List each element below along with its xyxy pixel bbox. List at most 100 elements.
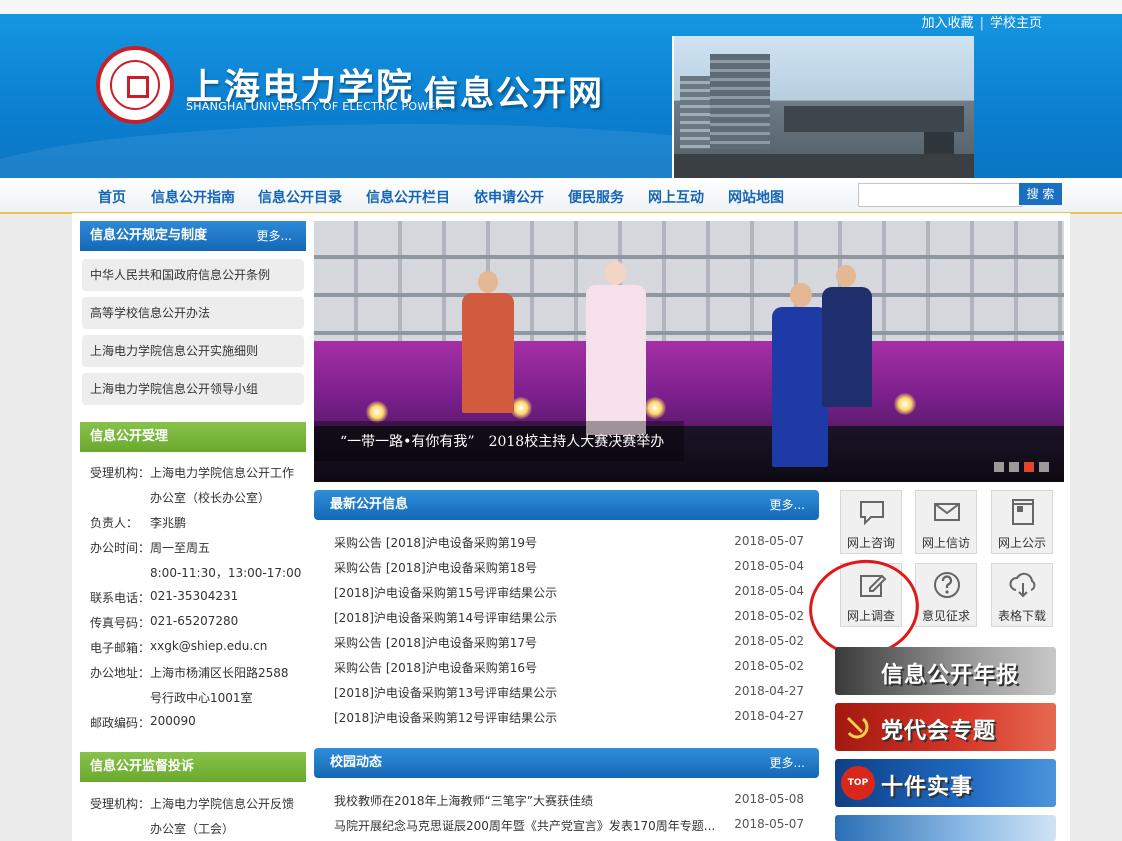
tile-label: 网上公示 (997, 536, 1046, 550)
list-item[interactable]: [2018]沪电设备采购第13号评审结果公示 2018-04-27 (334, 684, 804, 704)
nav-home[interactable]: 首页 (98, 187, 126, 207)
acceptance-header: 信息公开受理 (80, 422, 306, 452)
list-item-title[interactable]: [2018]沪电设备采购第13号评审结果公示 (334, 684, 557, 701)
rule-item[interactable]: 上海电力学院信息公开实施细则 (82, 335, 304, 367)
list-item-date: 2018-05-07 (734, 817, 804, 831)
list-item-title[interactable]: [2018]沪电设备采购第14号评审结果公示 (334, 609, 557, 626)
nav-interaction[interactable]: 网上互动 (648, 187, 704, 207)
list-item[interactable]: 采购公告 [2018]沪电设备采购第18号 2018-05-04 (334, 559, 804, 579)
info-value: 8:00-11:30，13:00-17:00 (150, 566, 302, 580)
campus-more-link[interactable]: 更多... (770, 748, 805, 778)
performer-head (790, 283, 812, 307)
info-value: 号行政中心1001室 (150, 691, 253, 705)
info-label: 传真号码： (90, 616, 151, 630)
list-item-title[interactable]: [2018]沪电设备采购第15号评审结果公示 (334, 584, 557, 601)
info-value: 200090 (150, 714, 196, 728)
info-label: 办公时间： (90, 541, 151, 555)
performer-head (604, 261, 626, 285)
seal-ring (110, 60, 160, 110)
nav-columns[interactable]: 信息公开栏目 (366, 187, 450, 207)
promo-annual-report[interactable]: 信息公开年报 (835, 647, 1056, 695)
nav-guide[interactable]: 信息公开指南 (151, 187, 235, 207)
info-label: 受理机构： (90, 797, 151, 811)
tile-form-download[interactable]: 表格下载 (991, 563, 1053, 627)
rule-item[interactable]: 上海电力学院信息公开领导小组 (82, 373, 304, 405)
promo-congress-topic[interactable]: 党代会专题 (835, 703, 1056, 751)
slide-dot[interactable] (994, 462, 1004, 472)
tile-opinion-solicit[interactable]: 意见征求 (915, 563, 977, 627)
list-item-title[interactable]: 采购公告 [2018]沪电设备采购第17号 (334, 634, 537, 651)
email-link[interactable]: xxgk@shiep.edu.cn (150, 639, 267, 653)
list-item[interactable]: 采购公告 [2018]沪电设备采购第16号 2018-05-02 (334, 659, 804, 679)
list-item-date: 2018-05-08 (734, 792, 804, 806)
list-item[interactable]: 采购公告 [2018]沪电设备采购第19号 2018-05-07 (334, 534, 804, 554)
chat-bubble-icon (860, 501, 884, 526)
hammer-sickle-icon (847, 717, 869, 739)
info-value: 李兆鹏 (150, 516, 187, 530)
tile-online-notice[interactable]: 网上公示 (991, 490, 1053, 554)
news-banner-slideshow[interactable]: “一带一路•有你有我” 2018校主持人大赛决赛举办 (314, 221, 1064, 482)
tile-online-petition[interactable]: 网上信访 (915, 490, 977, 554)
nav-catalog[interactable]: 信息公开目录 (258, 187, 342, 207)
info-label: 受理机构： (90, 466, 151, 480)
school-home-link[interactable]: 学校主页 (990, 16, 1042, 31)
promo-label: 党代会专题 (881, 719, 997, 744)
list-item[interactable]: 马院开展纪念马克思诞辰200周年暨《共产党宣言》发表170周年专题... 2018… (334, 817, 804, 837)
list-item[interactable]: 我校教师在2018年上海教师“三笔字”大赛获佳绩 2018-05-08 (334, 792, 804, 812)
slide-dot[interactable] (1039, 462, 1049, 472)
info-value: 周一至周五 (150, 541, 211, 555)
promo-partial[interactable] (835, 815, 1056, 841)
acceptance-title: 信息公开受理 (90, 429, 169, 444)
rule-item[interactable]: 中华人民共和国政府信息公开条例 (82, 259, 304, 291)
list-item-date: 2018-05-02 (734, 634, 804, 648)
envelope-icon (934, 503, 960, 521)
browser-strip (0, 0, 1122, 15)
slide-dot[interactable] (1009, 462, 1019, 472)
search-input[interactable] (858, 183, 1022, 207)
list-item[interactable]: [2018]沪电设备采购第15号评审结果公示 2018-05-04 (334, 584, 804, 604)
nav-apply[interactable]: 依申请公开 (474, 187, 544, 207)
stage-light (644, 397, 666, 419)
info-label: 联系电话： (90, 591, 151, 605)
school-seal-logo[interactable] (96, 46, 174, 124)
supervision-header: 信息公开监督投诉 (80, 752, 306, 782)
nav-services[interactable]: 便民服务 (568, 187, 624, 207)
campus-ground (674, 154, 974, 178)
info-label: 邮政编码： (90, 716, 151, 730)
campus-gate (784, 106, 964, 132)
nav-sitemap[interactable]: 网站地图 (728, 187, 784, 207)
list-item-title[interactable]: [2018]沪电设备采购第12号评审结果公示 (334, 709, 557, 726)
list-item-title[interactable]: 马院开展纪念马克思诞辰200周年暨《共产党宣言》发表170周年专题... (334, 817, 715, 834)
promo-ten-tasks[interactable]: TOP 10 十件实事 (835, 759, 1056, 807)
info-value: 办公室（校长办公室） (150, 491, 271, 505)
list-item-date: 2018-04-27 (734, 684, 804, 698)
school-name-en: SHANGHAI UNIVERSITY OF ELECTRIC POWER (186, 100, 444, 113)
seal-core (127, 76, 149, 98)
info-value: 上海电力学院信息公开工作 (150, 466, 295, 480)
rules-header: 信息公开规定与制度 更多... (80, 221, 306, 251)
list-item[interactable]: [2018]沪电设备采购第14号评审结果公示 2018-05-02 (334, 609, 804, 629)
top-links-separator: | (979, 16, 984, 31)
list-item[interactable]: 采购公告 [2018]沪电设备采购第17号 2018-05-02 (334, 634, 804, 654)
rule-item[interactable]: 高等学校信息公开办法 (82, 297, 304, 329)
list-item-title[interactable]: 我校教师在2018年上海教师“三笔字”大赛获佳绩 (334, 792, 593, 809)
info-value: 上海电力学院信息公开反馈 (150, 797, 295, 811)
add-favorite-link[interactable]: 加入收藏 (922, 16, 974, 31)
stage-light (894, 393, 916, 415)
list-item-title[interactable]: 采购公告 [2018]沪电设备采购第16号 (334, 659, 537, 676)
rules-more-link[interactable]: 更多... (257, 221, 292, 251)
latest-more-link[interactable]: 更多... (770, 490, 805, 520)
list-item-date: 2018-04-27 (734, 709, 804, 723)
search-button[interactable]: 搜 索 (1019, 183, 1062, 205)
latest-title: 最新公开信息 (330, 497, 409, 512)
performer-figure (586, 285, 646, 435)
info-value: 021-65207280 (150, 614, 239, 628)
promo-label: 十件实事 (881, 775, 974, 800)
slide-dot-active[interactable] (1024, 462, 1034, 472)
list-item-title[interactable]: 采购公告 [2018]沪电设备采购第18号 (334, 559, 537, 576)
list-item-title[interactable]: 采购公告 [2018]沪电设备采购第19号 (334, 534, 537, 551)
list-item[interactable]: [2018]沪电设备采购第12号评审结果公示 2018-04-27 (334, 709, 804, 729)
building-tower (710, 54, 770, 149)
banner-caption[interactable]: “一带一路•有你有我” 2018校主持人大赛决赛举办 (340, 431, 664, 451)
tile-online-consult[interactable]: 网上咨询 (840, 490, 902, 554)
